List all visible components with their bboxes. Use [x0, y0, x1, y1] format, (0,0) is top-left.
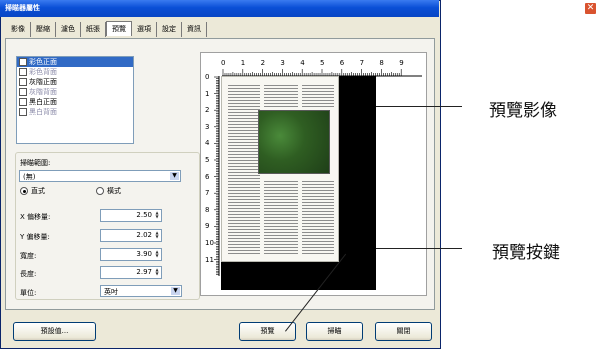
- defaults-button[interactable]: 預設值...: [13, 322, 96, 341]
- spinner-arrows-icon[interactable]: ▲ ▼: [154, 211, 160, 220]
- list-item-label: 彩色背面: [29, 68, 57, 76]
- length-input[interactable]: 2.97 ▲ ▼: [100, 266, 162, 279]
- checkbox-checked-icon[interactable]: ✓: [19, 58, 27, 66]
- left-ruler-label: 5: [205, 156, 210, 164]
- top-ruler-label: 4: [300, 59, 305, 67]
- tab-strip: 影像 壓縮 濾色 紙張 預覽 選項 設定 資訊: [6, 21, 207, 37]
- left-ruler: 0 1 2 3 4 5 6 7 8 9 10 11: [205, 73, 221, 276]
- spinner-arrows-icon[interactable]: ▲ ▼: [154, 231, 160, 240]
- tab-paper[interactable]: 紙張: [81, 22, 106, 37]
- width-input[interactable]: 3.90 ▲ ▼: [100, 248, 162, 261]
- close-icon: ✕: [586, 3, 595, 13]
- checkbox-icon[interactable]: [19, 88, 27, 96]
- length-value: 2.97: [136, 268, 152, 276]
- tab-color-dropout[interactable]: 濾色: [56, 22, 81, 37]
- top-ruler-label: 7: [359, 59, 365, 67]
- spinner-arrows-icon[interactable]: ▲ ▼: [154, 268, 160, 277]
- left-ruler-label: 3: [205, 122, 210, 131]
- callout-line-horizontal: [376, 248, 462, 249]
- width-label: 寬度:: [20, 252, 37, 260]
- image-type-list[interactable]: ✓ 彩色正面 彩色背面 灰階正面 灰階背面 黑白正面 黑白背面: [16, 56, 134, 144]
- chevron-down-icon[interactable]: ▼: [171, 287, 180, 295]
- unit-label: 單位:: [20, 289, 37, 297]
- y-offset-label: Y 偏移量:: [20, 233, 50, 241]
- list-item-label: 黑白背面: [29, 108, 57, 116]
- list-item-label: 灰階正面: [29, 78, 57, 86]
- left-ruler-label: 11: [205, 255, 214, 264]
- tab-image[interactable]: 影像: [6, 22, 31, 37]
- list-item-gray-front[interactable]: 灰階正面: [17, 77, 133, 87]
- scan-button[interactable]: 掃瞄: [306, 322, 363, 341]
- callout-preview-image: 預覽影像: [489, 101, 557, 121]
- top-ruler-label: 3: [280, 59, 285, 67]
- x-offset-input[interactable]: 2.50 ▲ ▼: [100, 209, 162, 222]
- list-item-label: 灰階背面: [29, 88, 57, 96]
- y-offset-input[interactable]: 2.02 ▲ ▼: [100, 229, 162, 242]
- x-offset-label: X 偏移量:: [20, 213, 51, 221]
- tab-settings[interactable]: 設定: [157, 22, 182, 37]
- unit-select[interactable]: 英吋 ▼: [100, 285, 182, 297]
- left-ruler-label: 1: [205, 89, 210, 98]
- list-item-label: 彩色正面: [29, 58, 57, 66]
- list-item-bw-back[interactable]: 黑白背面: [17, 107, 133, 117]
- top-ruler-label: 2: [260, 59, 266, 67]
- checkbox-icon[interactable]: [19, 78, 27, 86]
- y-offset-value: 2.02: [136, 231, 152, 239]
- length-label: 長度:: [20, 270, 37, 278]
- top-ruler-label: 6: [339, 59, 345, 67]
- checkbox-icon[interactable]: [19, 98, 27, 106]
- tab-information[interactable]: 資訊: [182, 22, 207, 37]
- top-ruler-label: 5: [320, 59, 325, 67]
- list-item-bw-front[interactable]: 黑白正面: [17, 97, 133, 107]
- list-item-label: 黑白正面: [29, 98, 57, 106]
- left-ruler-label: 2: [205, 106, 210, 115]
- top-ruler-label: 8: [379, 59, 384, 67]
- preview-scan-background-right: [339, 76, 376, 290]
- list-item-color-back[interactable]: 彩色背面: [17, 67, 133, 77]
- left-ruler-label: 9: [205, 222, 210, 231]
- preview-photo: [258, 110, 330, 174]
- x-offset-value: 2.50: [136, 211, 152, 219]
- top-ruler-label: 9: [399, 59, 404, 67]
- width-value: 3.90: [136, 250, 152, 258]
- checkbox-icon[interactable]: [19, 68, 27, 76]
- tab-preview[interactable]: 預覽: [106, 21, 132, 36]
- left-ruler-label: 0: [205, 73, 210, 81]
- left-ruler-label: 7: [205, 189, 210, 198]
- left-ruler-label: 8: [205, 205, 210, 214]
- checkbox-icon[interactable]: [19, 108, 27, 116]
- preview-button[interactable]: 預覽: [239, 322, 296, 341]
- callout-line-preview-image: [376, 106, 462, 107]
- title-bar: 掃瞄器屬性: [0, 0, 439, 17]
- top-ruler-label: 1: [240, 59, 246, 67]
- top-ruler-label: 0: [221, 59, 226, 67]
- left-ruler-label: 4: [205, 139, 210, 148]
- tab-options[interactable]: 選項: [132, 22, 157, 37]
- left-ruler-label: 6: [205, 172, 210, 181]
- list-item-color-front[interactable]: ✓ 彩色正面: [17, 57, 133, 67]
- tab-compression[interactable]: 壓縮: [31, 22, 56, 37]
- close-button[interactable]: 關閉: [375, 322, 432, 341]
- spinner-arrows-icon[interactable]: ▲ ▼: [154, 250, 160, 259]
- left-ruler-label: 10: [205, 239, 214, 247]
- close-window-button[interactable]: ✕: [584, 2, 597, 15]
- unit-value: 英吋: [104, 288, 118, 296]
- callout-preview-button: 預覽按鍵: [492, 243, 560, 263]
- list-item-gray-back[interactable]: 灰階背面: [17, 87, 133, 97]
- window-title: 掃瞄器屬性: [5, 4, 40, 12]
